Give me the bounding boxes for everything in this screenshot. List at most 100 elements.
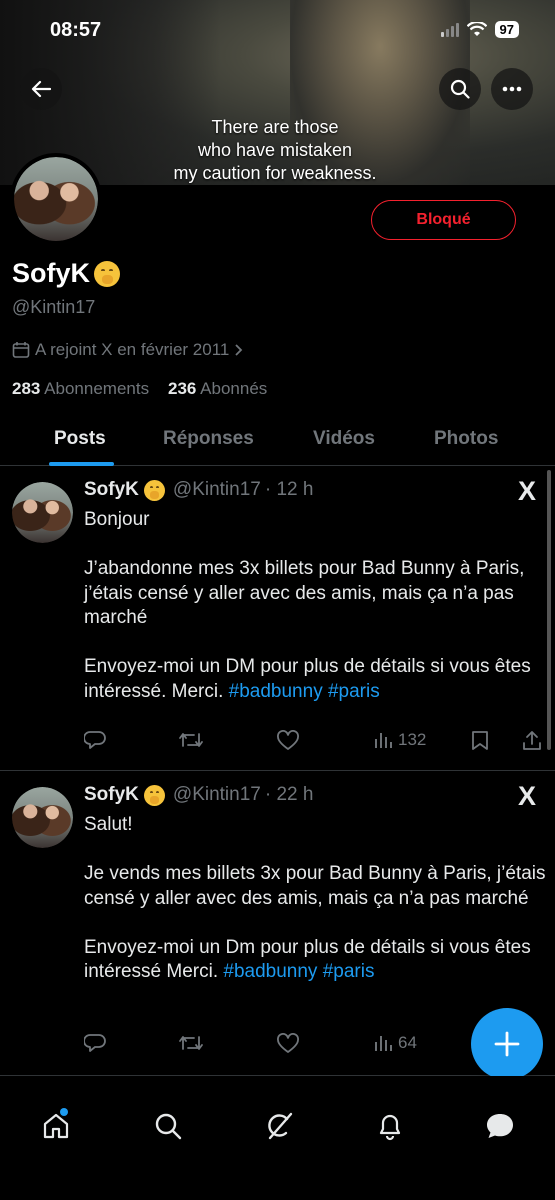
- post-line: Bonjour: [84, 509, 150, 530]
- profile-handle: @Kintin17: [12, 297, 96, 317]
- heart-icon: [277, 730, 299, 750]
- like-button[interactable]: [276, 1033, 300, 1054]
- post-avatar[interactable]: [12, 482, 73, 543]
- post-author-name[interactable]: SofyK: [84, 784, 139, 806]
- subtitle-line: who have mistaken: [197, 140, 353, 160]
- grok-icon: [268, 1112, 293, 1140]
- post-line: Envoyez-moi un DM pour plus de détails s…: [84, 656, 531, 702]
- search-button[interactable]: [439, 68, 481, 110]
- bookmark-icon: [472, 731, 488, 750]
- profile-avatar[interactable]: [10, 153, 102, 245]
- post-line: [84, 838, 546, 863]
- post-header: SofyK @Kintin17 · 12 h: [84, 479, 313, 501]
- post-line: [84, 631, 546, 656]
- post-actions: 132: [84, 730, 546, 756]
- status-time: 08:57: [50, 19, 102, 41]
- tab-videos[interactable]: Vidéos: [313, 428, 375, 450]
- nav-search[interactable]: [148, 1106, 188, 1146]
- nav-grok[interactable]: [259, 1106, 299, 1146]
- wifi-icon: [466, 22, 487, 36]
- more-icon: [502, 86, 522, 92]
- plus-icon: [494, 1031, 520, 1057]
- profile-name-text: SofyK: [12, 258, 91, 288]
- post-line: Envoyez-moi un Dm pour plus de détails s…: [84, 936, 531, 983]
- post-line: J’abandonne mes 3x billets pour Bad Bunn…: [84, 558, 525, 628]
- signal-icon: [440, 22, 459, 37]
- views-count: 132: [398, 730, 427, 749]
- post-author-handle: @Kintin17: [172, 479, 261, 500]
- messages-icon: [487, 1114, 513, 1138]
- views-icon: [375, 1036, 392, 1051]
- post-author-handle: @Kintin17: [172, 784, 261, 805]
- post[interactable]: SofyK @Kintin17 · 22 h X Salut! Je vends…: [0, 772, 555, 1076]
- following-link[interactable]: 283 Abonnements: [12, 379, 149, 398]
- tab-posts[interactable]: Posts: [54, 428, 106, 450]
- face-with-hand-over-mouth-icon: [143, 784, 165, 806]
- join-date-text: A rejoint X en février 2011: [35, 340, 230, 359]
- views-button[interactable]: 64: [374, 1033, 417, 1053]
- post-header: SofyK @Kintin17 · 22 h: [84, 784, 313, 806]
- nav-notifications[interactable]: [370, 1106, 410, 1146]
- reply-icon: [84, 731, 106, 749]
- home-icon: [43, 1113, 69, 1139]
- repost-button[interactable]: [178, 730, 204, 750]
- repost-button[interactable]: [178, 1033, 204, 1053]
- calendar-icon: [12, 342, 30, 358]
- subtitle-line: There are those: [211, 117, 339, 137]
- views-count: 64: [398, 1033, 417, 1052]
- repost-icon: [179, 1036, 203, 1050]
- share-icon: [523, 731, 541, 750]
- face-with-hand-over-mouth-icon: [143, 479, 165, 501]
- blocked-button[interactable]: Bloqué: [371, 200, 516, 240]
- tab-replies[interactable]: Réponses: [163, 428, 254, 450]
- face-with-hand-over-mouth-icon: [94, 260, 121, 287]
- hashtag[interactable]: #paris: [328, 681, 380, 702]
- bookmark-button[interactable]: [471, 730, 489, 751]
- post-time: · 12 h: [264, 479, 314, 500]
- more-button[interactable]: [491, 68, 533, 110]
- search-icon: [155, 1113, 182, 1140]
- reply-button[interactable]: [84, 1033, 106, 1053]
- post-line: [84, 911, 546, 936]
- compose-button[interactable]: [471, 1008, 543, 1080]
- x-logo-icon: X: [518, 781, 537, 811]
- arrow-left-icon: [31, 80, 51, 98]
- profile-name: SofyK: [12, 258, 121, 289]
- post-body: Bonjour J’abandonne mes 3x billets pour …: [84, 508, 546, 704]
- scrollbar[interactable]: [547, 470, 551, 750]
- post-line: Salut!: [84, 814, 133, 835]
- status-icons: 97: [440, 21, 519, 38]
- followers-link[interactable]: 236 Abonnés: [168, 379, 267, 398]
- reply-button[interactable]: [84, 730, 106, 750]
- post-line: [84, 533, 546, 558]
- back-button[interactable]: [20, 68, 62, 110]
- post[interactable]: SofyK @Kintin17 · 12 h X Bonjour J’aband…: [0, 467, 555, 771]
- follow-stats: 283 Abonnements 236 Abonnés: [12, 379, 267, 399]
- views-button[interactable]: 132: [374, 730, 426, 750]
- tab-indicator: [49, 462, 114, 466]
- battery-indicator: 97: [494, 21, 519, 38]
- post-line: Je vends mes billets 3x pour Bad Bunny à…: [84, 863, 546, 909]
- post-avatar[interactable]: [12, 787, 73, 848]
- post-time: · 22 h: [264, 784, 314, 805]
- search-icon: [450, 79, 470, 99]
- join-date: A rejoint X en février 2011: [12, 340, 244, 360]
- nav-home[interactable]: [36, 1106, 76, 1146]
- notification-dot: [60, 1108, 68, 1116]
- tab-photos[interactable]: Photos: [434, 428, 498, 450]
- subtitle-line: my caution for weakness.: [173, 163, 377, 183]
- post-author-name[interactable]: SofyK: [84, 479, 139, 501]
- repost-icon: [179, 733, 203, 747]
- nav-messages[interactable]: [480, 1106, 520, 1146]
- views-icon: [375, 733, 392, 748]
- banner-subtitle: There are those who have mistaken my cau…: [150, 116, 400, 185]
- hashtag[interactable]: #paris: [323, 961, 375, 982]
- hashtag[interactable]: #badbunny: [223, 961, 317, 982]
- chevron-right-icon[interactable]: [234, 343, 244, 357]
- x-logo-icon: X: [518, 476, 537, 506]
- bottom-nav: [0, 1076, 555, 1200]
- hashtag[interactable]: #badbunny: [229, 681, 323, 702]
- share-button[interactable]: [522, 730, 542, 751]
- like-button[interactable]: [276, 730, 300, 751]
- heart-icon: [277, 1033, 299, 1053]
